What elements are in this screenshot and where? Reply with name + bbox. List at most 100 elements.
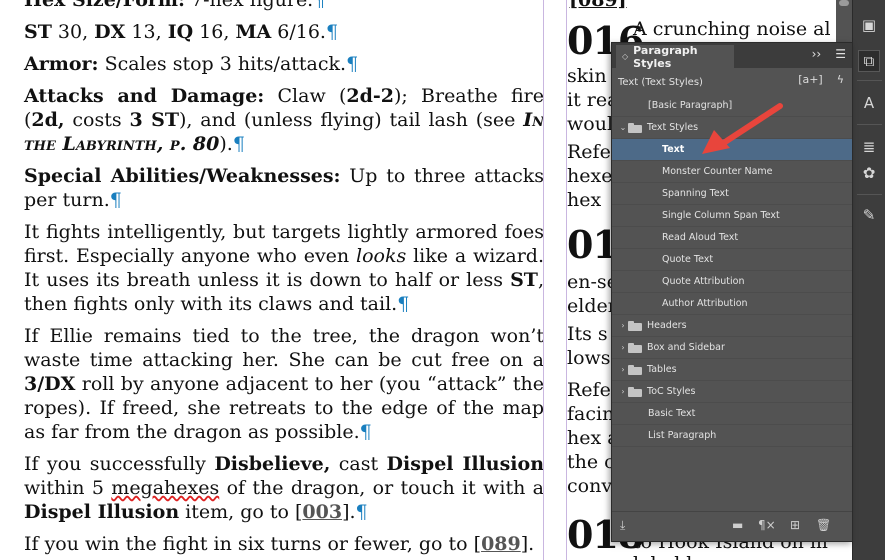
style-label: Quote Attribution bbox=[662, 276, 745, 287]
vertical-scrollbar[interactable] bbox=[836, 0, 852, 45]
strip-divider bbox=[857, 194, 882, 195]
text-run: 3/DX bbox=[24, 373, 76, 395]
text-line: A crunching noise al bbox=[633, 18, 831, 40]
cross-reference-link: [089] bbox=[569, 0, 627, 11]
pilcrow-mark: ¶ bbox=[397, 293, 410, 315]
text-run: If you win the fight in six turns or few… bbox=[24, 533, 482, 555]
style-group-tables[interactable]: › Tables bbox=[612, 359, 852, 381]
body-paragraph[interactable]: Hex Size/Form: 7-hex figure.¶ bbox=[24, 0, 543, 12]
text-run: Attacks and Damage: bbox=[24, 85, 265, 107]
panel-menu-icon[interactable]: ☰ bbox=[835, 47, 846, 61]
body-paragraph[interactable]: Armor: Scales stop 3 hits/attack.¶ bbox=[24, 52, 543, 76]
style-list: [Basic Paragraph] ⌄ Text Styles Text Monster… bbox=[612, 95, 852, 447]
style-item-monster-counter-name[interactable]: Monster Counter Name bbox=[612, 161, 852, 183]
style-label: Spanning Text bbox=[662, 188, 729, 199]
cross-reference-link: 089 bbox=[481, 533, 521, 555]
style-item-basic-text[interactable]: Basic Text bbox=[612, 403, 852, 425]
style-item-text[interactable]: Text bbox=[612, 139, 852, 161]
links-panel-icon[interactable]: ⧉ bbox=[858, 50, 880, 72]
pilcrow-mark: ¶ bbox=[359, 421, 372, 443]
style-label: ToC Styles bbox=[647, 386, 696, 397]
style-item-list-paragraph[interactable]: List Paragraph bbox=[612, 425, 852, 447]
load-styles-icon[interactable]: ⤓ bbox=[620, 518, 625, 533]
style-item-basic-paragraph[interactable]: [Basic Paragraph] bbox=[612, 95, 852, 117]
new-style-icon[interactable]: ⊞ bbox=[790, 518, 800, 532]
folder-icon bbox=[628, 122, 642, 133]
swatches-icon[interactable]: ✿ bbox=[858, 162, 880, 184]
pilcrow-mark: ¶ bbox=[232, 133, 245, 155]
style-item-read-aloud-text[interactable]: Read Aloud Text bbox=[612, 227, 852, 249]
text-line: elder bbox=[567, 295, 617, 317]
folder-icon bbox=[628, 386, 642, 397]
create-style-from-selection-icon[interactable]: [a+] bbox=[798, 73, 823, 86]
tab-collapse-icon[interactable]: ◇ bbox=[622, 52, 628, 61]
edit-text-icon[interactable]: ✎ bbox=[858, 204, 880, 226]
pages-panel-icon[interactable]: ▣ bbox=[858, 14, 880, 36]
body-paragraph[interactable]: It fights intelligently, but targets lig… bbox=[24, 220, 543, 316]
style-label: Tables bbox=[647, 364, 677, 375]
character-styles-icon[interactable]: A bbox=[858, 92, 880, 114]
style-label: Monster Counter Name bbox=[662, 166, 773, 177]
text-run: DX bbox=[94, 21, 126, 43]
chevron-right-icon[interactable]: › bbox=[618, 343, 628, 352]
body-paragraph[interactable]: If you successfully Disbelieve, cast Dis… bbox=[24, 452, 544, 524]
text-run: 30, bbox=[51, 21, 95, 43]
style-label: Headers bbox=[647, 320, 687, 331]
style-label: List Paragraph bbox=[648, 430, 717, 441]
text-run: Hex Size/Form: bbox=[24, 0, 185, 11]
chevron-right-icon[interactable]: › bbox=[618, 321, 628, 330]
text-run: MA bbox=[235, 21, 272, 43]
body-paragraph[interactable]: If you win the fight in six turns or few… bbox=[24, 532, 543, 556]
delete-style-icon[interactable]: 🗑 bbox=[816, 518, 831, 532]
body-paragraph[interactable]: Attacks and Damage: Claw (2d-2); Breathe… bbox=[24, 84, 543, 156]
text-run: 2d-2 bbox=[346, 85, 394, 107]
text-run: item, go to [ bbox=[179, 501, 303, 523]
text-run: within 5 bbox=[24, 477, 112, 499]
style-group-text-styles[interactable]: ⌄ Text Styles bbox=[612, 117, 852, 139]
collapse-panel-icon[interactable]: ›› bbox=[812, 47, 822, 61]
body-paragraph[interactable]: Special Abilities/Weaknesses: Up to thre… bbox=[24, 164, 543, 212]
text-run: 3 ST bbox=[129, 109, 179, 131]
text-run: costs bbox=[64, 109, 130, 131]
style-item-single-column-span-text[interactable]: Single Column Span Text bbox=[612, 205, 852, 227]
text-run: Dispel Illusion bbox=[386, 453, 544, 475]
chevron-down-icon[interactable]: ⌄ bbox=[618, 123, 628, 132]
text-run: ST bbox=[510, 269, 538, 291]
paragraph-styles-icon[interactable]: ≣ bbox=[858, 136, 880, 158]
paragraph-styles-panel: ◇ Paragraph Styles ›› ☰ Text (Text Style… bbox=[611, 42, 853, 542]
pilcrow-mark: ¶ bbox=[313, 0, 326, 11]
clear-overrides-icon[interactable]: ¶× bbox=[758, 518, 776, 532]
text-run: 13, bbox=[125, 21, 168, 43]
style-item-quote-text[interactable]: Quote Text bbox=[612, 249, 852, 271]
style-label: Text bbox=[662, 144, 685, 155]
text-run: looks bbox=[356, 245, 407, 267]
left-page: Hex Size/Form: 7-hex figure.¶ ST 30, DX 1… bbox=[0, 0, 544, 560]
text-run: of the dragon, or touch it with a bbox=[219, 477, 544, 499]
new-group-folder-icon[interactable]: ▬ bbox=[732, 518, 743, 532]
body-paragraph[interactable]: If Ellie remains tied to the tree, the d… bbox=[24, 324, 544, 444]
style-group-box-and-sidebar[interactable]: › Box and Sidebar bbox=[612, 337, 852, 359]
style-label: Basic Text bbox=[648, 408, 696, 419]
text-line: skin bbox=[567, 65, 607, 87]
chevron-right-icon[interactable]: › bbox=[618, 365, 628, 374]
text-run: ST bbox=[24, 21, 52, 43]
tab-paragraph-styles[interactable]: ◇ Paragraph Styles bbox=[616, 43, 734, 70]
panel-title: Paragraph Styles bbox=[633, 43, 698, 70]
scrollbar-thumb[interactable] bbox=[839, 0, 849, 6]
cross-reference-link: 003 bbox=[302, 501, 343, 523]
text-run: Claw ( bbox=[264, 85, 347, 107]
chevron-right-icon[interactable]: › bbox=[618, 387, 628, 396]
strip-divider bbox=[857, 124, 882, 125]
quick-apply-icon[interactable]: ϟ bbox=[837, 73, 844, 86]
text-run: roll by anyone adjacent to her (you “att… bbox=[24, 373, 544, 443]
left-text-column[interactable]: Hex Size/Form: 7-hex figure.¶ ST 30, DX 1… bbox=[24, 0, 544, 560]
text-run: Dispel Illusion bbox=[24, 501, 180, 523]
style-item-quote-attribution[interactable]: Quote Attribution bbox=[612, 271, 852, 293]
style-group-headers[interactable]: › Headers bbox=[612, 315, 852, 337]
style-item-author-attribution[interactable]: Author Attribution bbox=[612, 293, 852, 315]
style-group-toc-styles[interactable]: › ToC Styles bbox=[612, 381, 852, 403]
body-paragraph[interactable]: ST 30, DX 13, IQ 16, MA 6/16.¶ bbox=[24, 20, 543, 44]
text-run: Special Abilities/Weaknesses: bbox=[24, 165, 341, 187]
folder-icon bbox=[628, 342, 642, 353]
style-item-spanning-text[interactable]: Spanning Text bbox=[612, 183, 852, 205]
